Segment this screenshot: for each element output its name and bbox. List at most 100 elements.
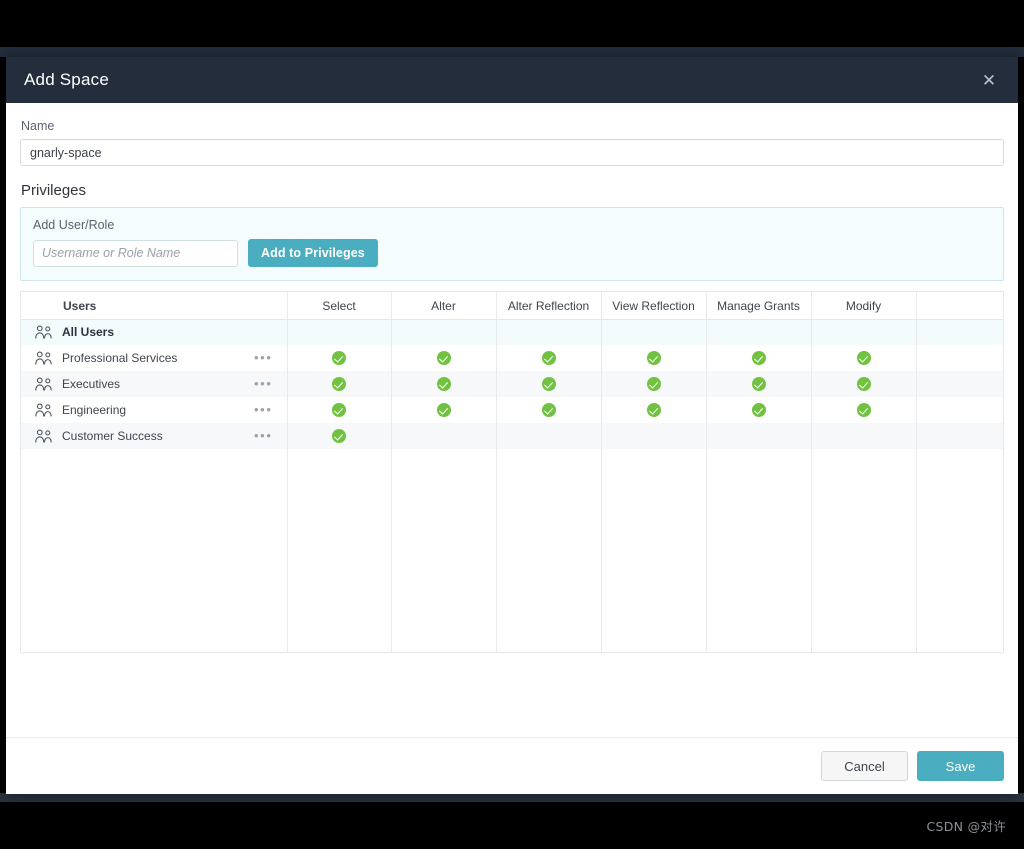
- check-icon: [332, 402, 346, 417]
- check-icon: [856, 402, 871, 417]
- background-app-strip-bottom: [0, 793, 1024, 802]
- grant-cell-alter[interactable]: [391, 396, 497, 423]
- check-icon: [541, 350, 556, 365]
- grant-cell-select[interactable]: [287, 370, 392, 397]
- privileges-table-container: Users Select Alter Alter Reflection View Ref…: [20, 291, 1004, 653]
- check-icon: [646, 402, 661, 417]
- check-icon: [541, 402, 556, 417]
- check-icon: [856, 350, 871, 365]
- username-or-role-input[interactable]: [33, 239, 238, 267]
- row-overflow-menu-icon[interactable]: •••: [254, 377, 272, 390]
- grant-cell-spacer: [916, 345, 1003, 371]
- user-cell-content: Customer Success •••: [35, 429, 287, 443]
- close-icon[interactable]: ✕: [976, 67, 1002, 93]
- grant-cell-view-reflection[interactable]: [601, 422, 707, 449]
- grant-cell-manage-grants[interactable]: [706, 370, 812, 397]
- modal-header: Add Space ✕: [6, 57, 1018, 103]
- check-icon: [751, 402, 766, 417]
- grant-cell-alter[interactable]: [391, 319, 497, 345]
- cancel-button[interactable]: Cancel: [821, 751, 908, 781]
- grant-cell-select[interactable]: [287, 344, 392, 371]
- table-row[interactable]: Customer Success •••: [21, 422, 1003, 449]
- check-icon: [646, 376, 661, 391]
- column-header-alter-reflection: Alter Reflection: [496, 291, 602, 320]
- grant-cell-modify[interactable]: [811, 396, 917, 423]
- grant-cell-select[interactable]: [287, 422, 392, 449]
- table-row[interactable]: Executives •••: [21, 370, 1003, 397]
- grant-cell-alter-reflection[interactable]: [496, 344, 602, 371]
- users-icon: [35, 351, 52, 365]
- grant-cell-view-reflection[interactable]: [601, 344, 707, 371]
- column-header-select: Select: [287, 291, 392, 320]
- privileges-table: Users Select Alter Alter Reflection View Ref…: [21, 291, 1003, 449]
- user-name-label: Executives: [62, 376, 121, 391]
- grant-cell-modify[interactable]: [811, 422, 917, 449]
- grant-cell-view-reflection[interactable]: [601, 396, 707, 423]
- grant-cell-alter[interactable]: [391, 370, 497, 397]
- table-row[interactable]: Professional Services •••: [21, 344, 1003, 371]
- check-icon: [436, 376, 451, 391]
- row-overflow-menu-icon[interactable]: •••: [254, 403, 272, 416]
- add-user-role-label: Add User/Role: [33, 218, 115, 232]
- users-icon: [35, 403, 52, 417]
- user-name-label: All Users: [62, 325, 115, 340]
- grant-cell-modify[interactable]: [811, 319, 917, 345]
- check-icon: [332, 376, 346, 391]
- table-cell-user: Executives •••: [21, 370, 288, 397]
- table-row[interactable]: Engineering •••: [21, 396, 1003, 423]
- grant-cell-spacer: [916, 370, 1003, 397]
- grant-cell-manage-grants[interactable]: [706, 422, 812, 449]
- grant-cell-view-reflection[interactable]: [601, 370, 707, 397]
- add-user-role-row: Add to Privileges: [33, 239, 991, 267]
- user-cell-content: Engineering •••: [35, 403, 287, 417]
- grant-cell-view-reflection[interactable]: [601, 319, 707, 345]
- background-app-strip-top: [0, 47, 1024, 57]
- grant-cell-spacer: [916, 397, 1003, 423]
- grant-cell-alter[interactable]: [391, 422, 497, 449]
- name-label: Name: [21, 119, 55, 133]
- add-space-modal: Add Space ✕ Name Privileges Add User/Rol…: [6, 57, 1018, 794]
- grant-cell-modify[interactable]: [811, 370, 917, 397]
- user-cell-content: Professional Services •••: [35, 351, 287, 365]
- grant-cell-spacer: [916, 422, 1003, 449]
- table-cell-user: Engineering •••: [21, 396, 288, 423]
- table-row[interactable]: All Users: [21, 319, 1003, 345]
- grant-cell-alter[interactable]: [391, 344, 497, 371]
- save-button[interactable]: Save: [917, 751, 1004, 781]
- check-icon: [541, 376, 556, 391]
- grant-cell-modify[interactable]: [811, 344, 917, 371]
- check-icon: [332, 428, 346, 443]
- column-header-view-reflection: View Reflection: [601, 291, 707, 320]
- add-to-privileges-button[interactable]: Add to Privileges: [248, 239, 378, 267]
- users-icon: [35, 377, 52, 391]
- row-overflow-menu-icon[interactable]: •••: [254, 429, 272, 442]
- grant-cell-alter-reflection[interactable]: [496, 396, 602, 423]
- grant-cell-select[interactable]: [287, 396, 392, 423]
- grant-cell-alter-reflection[interactable]: [496, 422, 602, 449]
- table-cell-user: All Users: [21, 319, 288, 345]
- page-title: Add Space: [24, 70, 109, 89]
- add-user-role-panel: Add User/Role Add to Privileges: [20, 207, 1004, 281]
- table-body: All Users Professional Services ••• Executi…: [21, 319, 1003, 449]
- check-icon: [436, 350, 451, 365]
- grant-cell-select[interactable]: [287, 319, 392, 345]
- check-icon: [856, 376, 871, 391]
- users-icon: [35, 325, 52, 339]
- grant-cell-manage-grants[interactable]: [706, 396, 812, 423]
- grant-cell-manage-grants[interactable]: [706, 344, 812, 371]
- grant-cell-alter-reflection[interactable]: [496, 370, 602, 397]
- user-name-label: Customer Success: [62, 428, 163, 443]
- grant-cell-spacer: [916, 319, 1003, 345]
- watermark: CSDN @对许: [926, 819, 1006, 834]
- row-overflow-menu-icon[interactable]: •••: [254, 351, 272, 364]
- grant-cell-alter-reflection[interactable]: [496, 319, 602, 345]
- check-icon: [332, 350, 346, 365]
- user-name-label: Professional Services: [62, 350, 178, 365]
- column-header-manage-grants: Manage Grants: [706, 291, 812, 320]
- space-name-input[interactable]: [20, 139, 1004, 166]
- grant-cell-manage-grants[interactable]: [706, 319, 812, 345]
- column-header-alter: Alter: [391, 291, 497, 320]
- column-header-modify: Modify: [811, 291, 917, 320]
- check-icon: [751, 350, 766, 365]
- table-header-row: Users Select Alter Alter Reflection View Ref…: [21, 291, 1003, 320]
